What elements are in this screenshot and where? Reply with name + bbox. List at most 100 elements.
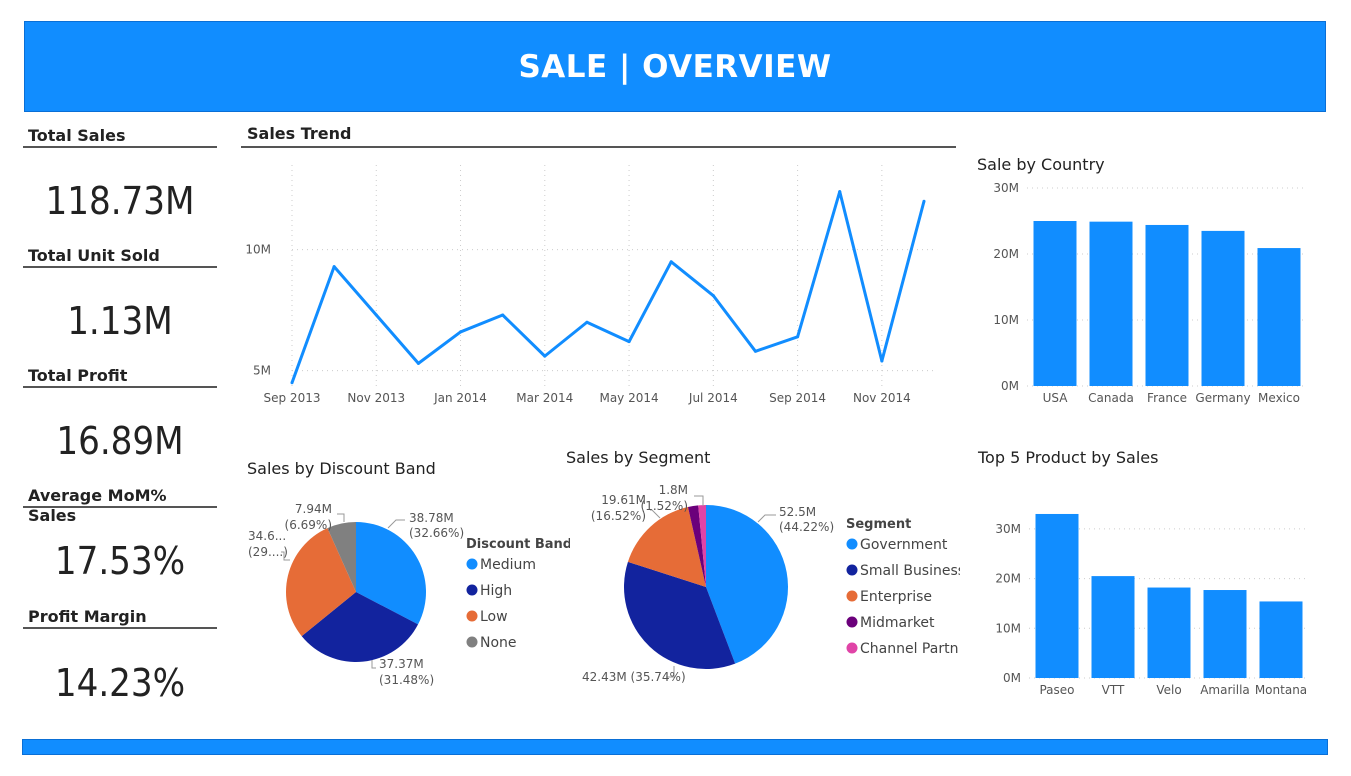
segment-legend-item: Enterprise <box>860 589 932 605</box>
segment-legend-item: Midmarket <box>860 615 935 631</box>
sales-trend-point <box>922 199 926 203</box>
sales-trend-point <box>416 361 420 365</box>
country-x-label: USA <box>1043 391 1069 405</box>
discount-data-label: 37.37M <box>379 657 424 671</box>
country-y-tick: 10M <box>993 313 1019 327</box>
sales-trend-point <box>501 313 505 317</box>
trend-x-tick: Jan 2014 <box>433 391 487 405</box>
discount-legend-item: High <box>480 583 512 599</box>
trend-x-tick: Mar 2014 <box>516 391 573 405</box>
sales-trend-point <box>796 335 800 339</box>
sale-by-country-title: Sale by Country <box>977 155 1105 174</box>
segment-chart[interactable]: 52.5M(44.22%) 42.43M (35.74%) 19.61M (16.52… <box>570 476 960 701</box>
product-y-tick: 30M <box>995 522 1021 536</box>
dashboard-header: SALE | OVERVIEW <box>24 21 1326 112</box>
product-x-label: VTT <box>1102 683 1125 697</box>
segment-data-label: (16.52%) <box>591 509 646 523</box>
discount-data-label: (32.66%) <box>409 526 464 540</box>
trend-x-tick: May 2014 <box>599 391 658 405</box>
discount-legend-title: Discount Band <box>466 537 570 552</box>
sales-trend-point <box>669 260 673 264</box>
segment-label-leader <box>694 495 704 506</box>
discount-data-label: (29....) <box>248 545 288 559</box>
country-bar <box>1257 248 1301 386</box>
product-x-label: Velo <box>1156 683 1181 697</box>
segment-legend-item: Small Business <box>860 563 960 579</box>
product-bar <box>1259 601 1303 678</box>
trend-x-tick: Jul 2014 <box>688 391 738 405</box>
discount-data-label: (6.69%) <box>285 518 332 532</box>
sales-trend-point <box>711 294 715 298</box>
sales-trend-point <box>374 313 378 317</box>
top-products-title: Top 5 Product by Sales <box>978 448 1159 467</box>
product-bar <box>1091 576 1135 678</box>
kpi-total-units-value: 1.13M <box>67 299 173 343</box>
country-x-label: France <box>1147 391 1187 405</box>
product-bar <box>1147 587 1191 678</box>
discount-legend-item: Low <box>480 609 508 625</box>
country-x-label: Germany <box>1195 391 1250 405</box>
discount-legend-marker <box>466 636 478 648</box>
trend-x-tick: Nov 2014 <box>853 391 911 405</box>
segment-title: Sales by Segment <box>566 448 711 467</box>
segment-legend-marker <box>846 616 858 628</box>
sales-trend-point <box>880 359 884 363</box>
segment-legend-marker <box>846 564 858 576</box>
product-y-tick: 10M <box>995 621 1021 635</box>
discount-data-label: 34.6... <box>248 529 286 543</box>
country-y-tick: 20M <box>993 247 1019 261</box>
segment-legend-item: Channel Partn... <box>860 641 960 657</box>
product-y-tick: 0M <box>1003 671 1021 685</box>
sale-by-country-chart[interactable]: 0M 10M 20M 30M USA Canada France Germany Mexico <box>970 178 1330 410</box>
kpi-total-profit-label: Total Profit <box>23 366 217 388</box>
discount-label-leader <box>337 513 345 522</box>
kpi-profit-margin-value: 14.23% <box>54 661 186 705</box>
discount-label-leader <box>387 519 405 529</box>
dashboard-title: SALE | OVERVIEW <box>518 48 832 85</box>
sales-trend-point <box>543 354 547 358</box>
discount-data-label: 7.94M <box>295 502 332 516</box>
discount-data-label: 38.78M <box>409 511 454 525</box>
sales-trend-point <box>459 330 463 334</box>
discount-data-label: (31.48%) <box>379 673 434 687</box>
dashboard-footer <box>22 739 1328 755</box>
trend-x-tick: Sep 2014 <box>769 391 826 405</box>
product-y-tick: 20M <box>995 572 1021 586</box>
country-x-label: Mexico <box>1258 391 1300 405</box>
sales-trend-point <box>585 320 589 324</box>
country-x-label: Canada <box>1088 391 1134 405</box>
discount-legend-marker <box>466 558 478 570</box>
trend-y-tick: 5M <box>253 364 271 378</box>
segment-data-label: (44.22%) <box>779 520 834 534</box>
country-y-tick: 0M <box>1001 379 1019 393</box>
country-bar <box>1033 221 1077 386</box>
discount-legend-item: None <box>480 635 517 651</box>
sales-trend-line <box>290 190 926 384</box>
sales-trend-chart[interactable]: Sep 2013 Nov 2013 Jan 2014 Mar 2014 May 2014… <box>241 150 956 415</box>
segment-data-label: 42.43M (35.74%) <box>582 670 686 684</box>
kpi-total-units-label: Total Unit Sold <box>23 246 217 268</box>
product-x-label: Montana <box>1255 683 1307 697</box>
discount-band-title: Sales by Discount Band <box>247 459 436 478</box>
product-bar <box>1203 590 1247 678</box>
product-bar <box>1035 513 1079 678</box>
sales-trend-point <box>627 340 631 344</box>
discount-legend-item: Medium <box>480 557 536 573</box>
sales-trend-title: Sales Trend <box>241 124 956 148</box>
kpi-total-sales-label: Total Sales <box>23 126 217 148</box>
country-bar <box>1201 230 1245 386</box>
segment-data-label: 52.5M <box>779 505 816 519</box>
kpi-avg-mom-value: 17.53% <box>54 539 186 583</box>
discount-label-leader <box>371 660 376 669</box>
country-bar <box>1145 224 1189 386</box>
segment-legend-title: Segment <box>846 517 911 532</box>
sales-trend-point <box>838 190 842 194</box>
discount-band-chart[interactable]: 38.78M(32.66%) 37.37M (31.48%) 34.6... (29..… <box>240 490 570 700</box>
top-products-chart[interactable]: 0M 10M 20M 30M Paseo VTT Velo Amarilla Montana <box>970 480 1330 705</box>
trend-x-tick: Nov 2013 <box>347 391 405 405</box>
country-y-tick: 30M <box>993 181 1019 195</box>
product-x-label: Paseo <box>1039 683 1074 697</box>
kpi-avg-mom-label: Average MoM% Sales <box>23 486 217 525</box>
product-x-label: Amarilla <box>1200 683 1250 697</box>
country-bar <box>1089 221 1133 386</box>
